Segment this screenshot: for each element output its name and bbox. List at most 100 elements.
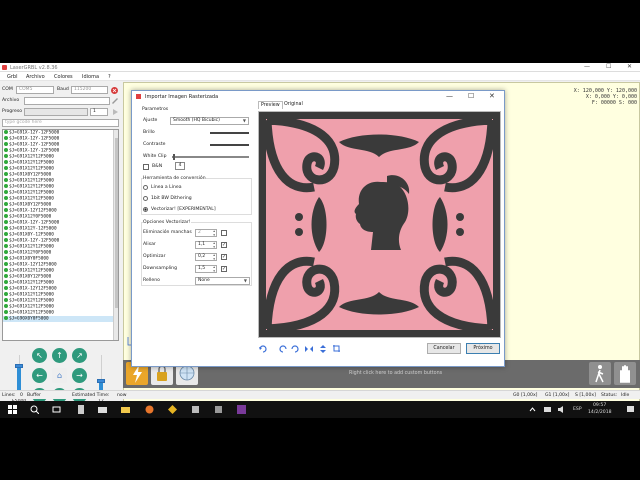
command-text: $J=G91X-12Y-12F5000	[9, 220, 60, 226]
baud-select[interactable]: 115200	[71, 86, 108, 94]
tool-group-title: Herramienta de conversión	[143, 176, 206, 181]
step-slider-knob[interactable]	[97, 379, 105, 383]
windows-start-icon[interactable]	[8, 405, 17, 414]
tab-preview[interactable]: Preview	[258, 101, 283, 109]
menu-grbl[interactable]: Grbl	[7, 74, 18, 80]
brightness-slider[interactable]	[170, 130, 249, 136]
downsampling-checkbox[interactable]: ✓	[221, 266, 227, 272]
feed-slider-knob[interactable]	[15, 364, 23, 368]
spot-removal-spinner[interactable]: 2 ▴ ▾	[195, 229, 217, 237]
rotate-icon[interactable]	[258, 344, 268, 354]
menu-idioma[interactable]: Idioma	[82, 74, 99, 80]
check-ok-icon	[4, 298, 8, 302]
notifications-icon[interactable]	[626, 405, 635, 414]
adjust-label: Ajuste	[143, 118, 158, 123]
command-log-scrollbar[interactable]	[113, 130, 118, 340]
mode-line-radio[interactable]	[143, 185, 148, 190]
task-view-icon[interactable]	[52, 405, 61, 414]
mode-vectorize-radio[interactable]	[143, 207, 148, 212]
run-icon[interactable]	[111, 108, 119, 116]
whiteclip-knob[interactable]	[173, 154, 175, 160]
check-ok-icon	[4, 274, 8, 278]
check-ok-icon	[4, 220, 8, 224]
step-slider[interactable]	[97, 355, 105, 395]
smoothing-checkbox[interactable]: ✓	[221, 242, 227, 248]
jog-n-button[interactable]: ↑	[52, 348, 67, 363]
contrast-slider[interactable]	[170, 142, 249, 148]
walk-button[interactable]	[589, 362, 611, 385]
flip-horizontal-icon[interactable]	[304, 344, 314, 354]
mail-icon[interactable]	[98, 405, 107, 414]
bw-checkbox[interactable]	[143, 164, 149, 170]
check-ok-icon	[4, 250, 8, 254]
clock-date[interactable]: 14/2/2018	[588, 410, 612, 415]
search-icon[interactable]	[30, 405, 39, 414]
open-file-icon[interactable]	[111, 97, 119, 105]
s-override[interactable]: S [1,00x]	[575, 393, 596, 398]
dialog-minimize-button[interactable]: —	[446, 92, 453, 100]
command-text: $J=G91X12Y12F5000	[9, 154, 54, 160]
flip-vertical-icon[interactable]	[318, 344, 328, 354]
menu-help[interactable]: ?	[108, 74, 111, 80]
calculator-icon[interactable]	[76, 405, 85, 414]
firefox-icon[interactable]	[145, 405, 154, 414]
network-icon[interactable]	[543, 405, 552, 414]
jog-nw-button[interactable]: ↖	[32, 348, 47, 363]
spot-removal-label: Eliminación manchas	[143, 230, 192, 235]
mode-dither-radio[interactable]	[143, 196, 148, 201]
connect-icon[interactable]	[110, 86, 119, 95]
clock-time[interactable]: 09:57	[593, 403, 606, 408]
downsampling-spinner[interactable]: 1,5 ▴ ▾	[195, 265, 217, 273]
dialog-maximize-button[interactable]: ☐	[468, 92, 474, 100]
tab-original[interactable]: Original	[282, 101, 305, 108]
next-button[interactable]: Próximo	[466, 343, 500, 354]
optimize-checkbox[interactable]: ✓	[221, 254, 227, 260]
status-bar: Lines: 0 Buffer Estimated Time: now G0 […	[0, 390, 640, 399]
lines-label: Lines:	[2, 393, 16, 398]
g0-override[interactable]: G0 [1,00x]	[513, 393, 537, 398]
dialog-close-button[interactable]: ✕	[489, 92, 495, 100]
coord-line-feed: F: 00000 S: 000	[591, 100, 637, 106]
feed-slider[interactable]	[15, 355, 23, 395]
menu-colores[interactable]: Colores	[54, 74, 73, 80]
tray-chevron-icon[interactable]	[528, 405, 537, 414]
preview-panel	[258, 111, 501, 338]
volume-icon[interactable]	[557, 405, 566, 414]
rotate-cw-icon[interactable]	[290, 344, 300, 354]
language-indicator[interactable]: ESP	[573, 407, 582, 412]
whiteclip-tooltip: 4	[175, 162, 185, 170]
check-ok-icon	[4, 142, 8, 146]
progress-spinner[interactable]: 1	[90, 108, 108, 116]
jog-e-button[interactable]: →	[72, 368, 87, 383]
spot-removal-checkbox[interactable]	[221, 230, 227, 236]
close-button[interactable]: ✕	[627, 64, 632, 70]
adjust-value: Smooth (HQ Bicubic)	[173, 118, 220, 123]
app-icon-paint[interactable]	[191, 405, 200, 414]
optimize-spinner[interactable]: 0,2 ▴ ▾	[195, 253, 217, 261]
command-log-row[interactable]: $J=G90X0Y0F5000	[3, 316, 118, 322]
app-icon-yellow[interactable]	[168, 405, 177, 414]
adjust-select[interactable]: Smooth (HQ Bicubic) ▼	[170, 117, 249, 125]
maximize-button[interactable]: ☐	[606, 64, 611, 70]
file-field[interactable]	[24, 97, 110, 105]
minimize-button[interactable]: —	[584, 64, 590, 70]
stop-button[interactable]	[614, 362, 636, 385]
app-icon-tools[interactable]	[214, 405, 223, 414]
file-explorer-icon[interactable]	[121, 405, 130, 414]
command-text: $J=G91X12Y12F5000	[9, 268, 54, 274]
home-button[interactable]: ⌂	[52, 368, 67, 383]
whiteclip-slider[interactable]	[172, 154, 249, 160]
command-log[interactable]: $J=G91X-12Y-12F5000 $J=G91X-12Y-12F5000 $J…	[2, 129, 119, 341]
com-select[interactable]: COM5	[16, 86, 54, 94]
lasergrbl-taskbar-icon[interactable]	[237, 405, 246, 414]
jog-ne-button[interactable]: ↗	[72, 348, 87, 363]
smoothing-spinner[interactable]: 1,1 ▴ ▾	[195, 241, 217, 249]
g1-override[interactable]: G1 [1,00x]	[545, 393, 569, 398]
rotate-ccw-icon[interactable]	[278, 344, 288, 354]
crop-icon[interactable]	[332, 344, 342, 354]
menu-archivo[interactable]: Archivo	[26, 74, 45, 80]
jog-w-button[interactable]: ←	[32, 368, 47, 383]
fill-select[interactable]: None ▼	[195, 277, 250, 285]
cancel-button[interactable]: Cancelar	[427, 343, 461, 354]
command-input[interactable]: type gcode here	[2, 119, 119, 127]
